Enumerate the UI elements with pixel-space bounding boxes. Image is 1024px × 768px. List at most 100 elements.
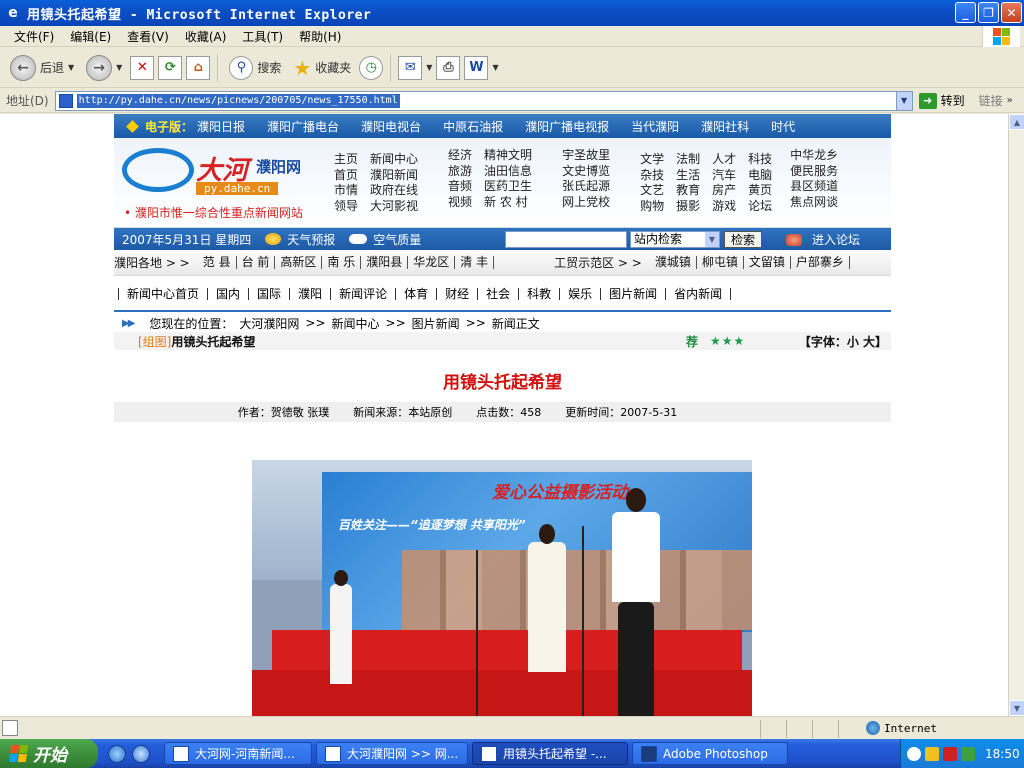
menu-favorites[interactable]: 收藏(A) — [177, 28, 235, 45]
menu-edit[interactable]: 编辑(E) — [62, 28, 119, 45]
search-scope-select[interactable]: 站内检索 ▼ — [630, 231, 720, 248]
site-search-input[interactable] — [505, 231, 627, 248]
site-search-button[interactable]: 检索 — [724, 231, 762, 248]
region-link[interactable]: 濮阳县 — [361, 256, 409, 269]
nav-link[interactable]: 油田信息 — [484, 164, 532, 180]
category-link[interactable]: 娱乐 — [559, 288, 600, 300]
weather-link[interactable]: 天气预报 — [265, 231, 335, 248]
ie-quicklaunch-icon[interactable] — [108, 744, 126, 763]
nav-link[interactable]: 大河影视 — [370, 199, 418, 215]
nav-link[interactable]: 文艺 — [640, 183, 664, 199]
edit-dropdown-icon[interactable]: ▼ — [492, 63, 498, 72]
back-button[interactable]: ← 后退 ▼ — [6, 53, 78, 83]
nav-link[interactable]: 领导 — [334, 199, 358, 215]
font-size-control[interactable]: 【字体：小 大】 — [799, 333, 887, 350]
menu-file[interactable]: 文件(F) — [6, 28, 62, 45]
tray-arrow-icon[interactable] — [907, 746, 921, 761]
tray-antivirus-icon[interactable] — [943, 746, 957, 761]
region-link[interactable]: 范 县 — [198, 256, 237, 269]
epaper-link[interactable]: 濮阳电视台 — [361, 118, 421, 135]
region-link[interactable]: 华龙区 — [408, 256, 456, 269]
menu-view[interactable]: 查看(V) — [119, 28, 177, 45]
start-button[interactable]: 开始 — [0, 739, 98, 768]
zone-link[interactable]: 户部寨乡 — [791, 256, 850, 269]
nav-link[interactable]: 黄页 — [748, 183, 772, 199]
epaper-link[interactable]: 濮阳社科 — [701, 118, 749, 135]
back-dropdown-icon[interactable]: ▼ — [68, 63, 74, 72]
nav-link[interactable]: 张氏起源 — [562, 179, 610, 195]
address-url[interactable]: http://py.dahe.cn/news/picnews/200705/ne… — [76, 93, 400, 108]
tray-warning-icon[interactable] — [925, 746, 939, 761]
breadcrumb-link[interactable]: 图片新闻 — [412, 315, 460, 332]
epaper-link[interactable]: 当代濮阳 — [631, 118, 679, 135]
category-link[interactable]: 国际 — [248, 288, 289, 300]
close-button[interactable]: ✕ — [1001, 2, 1022, 23]
taskbar-item[interactable]: Adobe Photoshop — [632, 742, 788, 765]
nav-link[interactable]: 摄影 — [676, 199, 700, 215]
nav-link[interactable]: 政府在线 — [370, 183, 418, 199]
category-link[interactable]: 国内 — [207, 288, 248, 300]
chevron-icon[interactable]: » — [1007, 95, 1013, 106]
search-button[interactable]: ⚲ 搜索 — [225, 54, 285, 82]
category-link[interactable]: 省内新闻 — [665, 288, 732, 300]
refresh-icon[interactable]: ⟳ — [158, 55, 183, 80]
nav-link[interactable]: 文史博览 — [562, 164, 610, 180]
address-input[interactable]: http://py.dahe.cn/news/picnews/200705/ne… — [54, 90, 913, 111]
edit-icon[interactable]: W — [464, 55, 489, 80]
nav-link[interactable]: 医药卫生 — [484, 179, 532, 195]
breadcrumb-link[interactable]: 大河濮阳网 — [239, 315, 299, 332]
category-link[interactable]: 新闻中心首页 — [118, 288, 207, 300]
nav-link[interactable]: 法制 — [676, 152, 700, 168]
nav-link[interactable]: 宇圣故里 — [562, 148, 610, 164]
links-button[interactable]: 链接 — [979, 92, 1003, 109]
zone-link[interactable]: 文留镇 — [744, 256, 791, 269]
nav-link[interactable]: 房产 — [712, 183, 736, 199]
zone-link[interactable]: 濮城镇 — [650, 256, 697, 269]
nav-link[interactable]: 教育 — [676, 183, 700, 199]
region-link[interactable]: 台 前 — [237, 256, 276, 269]
epaper-link[interactable]: 濮阳日报 — [197, 118, 245, 135]
mail-icon[interactable]: ✉ — [398, 55, 423, 80]
scroll-up-icon[interactable]: ▲ — [1009, 114, 1024, 130]
category-link[interactable]: 濮阳 — [289, 288, 330, 300]
stop-icon[interactable]: ✕ — [130, 55, 155, 80]
region-link[interactable]: 南 乐 — [322, 256, 362, 269]
air-quality-link[interactable]: 空气质量 — [349, 231, 421, 248]
home-icon[interactable]: ⌂ — [186, 55, 211, 80]
address-dropdown-icon[interactable]: ▼ — [895, 91, 912, 110]
nav-link[interactable]: 网上党校 — [562, 195, 610, 211]
category-link[interactable]: 科教 — [518, 288, 559, 300]
nav-link[interactable]: 市情 — [334, 183, 358, 199]
go-button[interactable]: ➜ 转到 — [913, 92, 965, 109]
print-icon[interactable]: ⎙ — [436, 55, 461, 80]
forum-link[interactable]: 进入论坛 — [786, 231, 860, 248]
nav-link[interactable]: 杂技 — [640, 168, 664, 184]
breadcrumb-link[interactable]: 新闻中心 — [332, 315, 380, 332]
epaper-link[interactable]: 中原石油报 — [443, 118, 503, 135]
nav-link[interactable]: 新 农 村 — [484, 195, 532, 211]
forward-dropdown-icon[interactable]: ▼ — [116, 63, 122, 72]
category-link[interactable]: 图片新闻 — [600, 288, 665, 300]
site-logo[interactable]: 大河 濮阳网 py.dahe.cn — [120, 144, 310, 199]
restore-button[interactable]: ❐ — [978, 2, 999, 23]
nav-link[interactable]: 人才 — [712, 152, 736, 168]
taskbar-item[interactable]: 大河网-河南新闻... — [164, 742, 312, 765]
nav-link[interactable]: 便民服务 — [790, 164, 838, 180]
category-link[interactable]: 新闻评论 — [330, 288, 395, 300]
category-link[interactable]: 财经 — [436, 288, 477, 300]
nav-link[interactable]: 新闻中心 — [370, 152, 418, 168]
menu-help[interactable]: 帮助(H) — [291, 28, 349, 45]
taskbar-item[interactable]: 大河濮阳网 >> 网... — [316, 742, 468, 765]
category-link[interactable]: 社会 — [477, 288, 518, 300]
nav-link[interactable]: 生活 — [676, 168, 700, 184]
epaper-link[interactable]: 濮阳广播电台 — [267, 118, 339, 135]
nav-link[interactable]: 县区频道 — [790, 179, 838, 195]
region-link[interactable]: 高新区 — [275, 256, 323, 269]
region-link[interactable]: 清 丰 — [455, 256, 495, 269]
nav-link[interactable]: 经济 — [448, 148, 472, 164]
vertical-scrollbar[interactable]: ▲ ▼ — [1008, 114, 1024, 716]
category-link[interactable]: 体育 — [395, 288, 436, 300]
nav-link[interactable]: 论坛 — [748, 199, 772, 215]
scroll-down-icon[interactable]: ▼ — [1009, 700, 1024, 716]
nav-link[interactable]: 主页 — [334, 152, 358, 168]
